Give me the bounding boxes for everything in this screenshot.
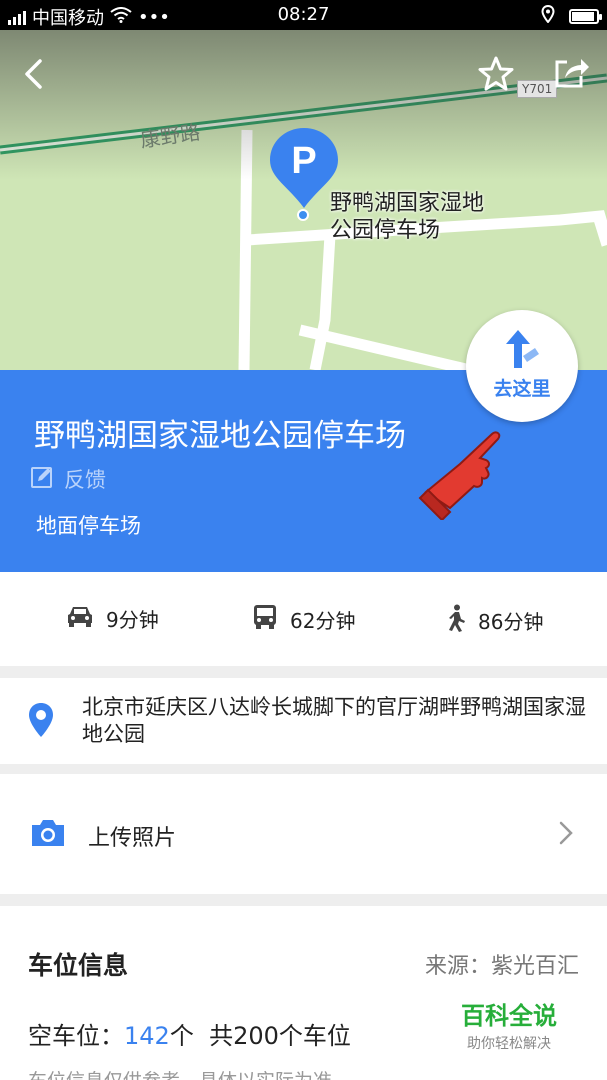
bus-icon [252, 604, 278, 635]
address-text: 北京市延庆区八达岭长城脚下的官厅湖畔野鸭湖国家湿地公园 [82, 695, 586, 746]
battery-icon [569, 9, 602, 24]
camera-icon [30, 818, 66, 852]
walk-time[interactable]: 86分钟 [446, 604, 543, 637]
watermark-logo: 百科全说 助你轻松解决 [434, 992, 584, 1052]
place-type: 地面停车场 [36, 514, 141, 538]
status-bar: 中国移动 ••• 08:27 [0, 0, 607, 30]
feedback-label: 反馈 [64, 468, 106, 492]
feedback-button[interactable]: 反馈 [30, 464, 106, 494]
bus-time-label: 62分钟 [290, 609, 356, 633]
car-icon [66, 605, 94, 632]
location-pin-icon [28, 702, 54, 742]
status-time: 08:27 [277, 4, 330, 25]
parking-spaces: 空车位：142个 共200个车位 [28, 1016, 351, 1051]
walking-icon [446, 604, 466, 637]
svg-text:P: P [291, 140, 316, 182]
free-spaces-count: 142 [124, 1022, 170, 1050]
travel-times: 9分钟 62分钟 86分钟 [0, 572, 607, 666]
free-spaces-unit: 个 [169, 1022, 194, 1050]
star-icon[interactable] [476, 54, 516, 94]
upload-photo-label: 上传照片 [88, 826, 177, 851]
drive-time[interactable]: 9分钟 [66, 604, 159, 633]
bus-time[interactable]: 62分钟 [252, 604, 355, 635]
navigate-here-label: 去这里 [493, 378, 551, 400]
location-dot [297, 209, 309, 221]
battery-level [572, 12, 594, 21]
address-row[interactable]: 北京市延庆区八达岭长城脚下的官厅湖畔野鸭湖国家湿地公园 [0, 678, 607, 764]
total-spaces: 共200个车位 [209, 1022, 351, 1050]
edit-icon [30, 465, 54, 494]
parking-info-heading: 车位信息 [28, 951, 129, 980]
share-icon[interactable] [551, 52, 591, 92]
data-source: 来源：紫光百汇 [424, 954, 579, 979]
place-title: 野鸭湖国家湿地公园停车场 [34, 418, 406, 454]
watermark-subtitle: 助你轻松解决 [467, 1036, 551, 1052]
back-arrow-icon[interactable] [18, 56, 54, 92]
free-spaces-label: 空车位： [28, 1022, 124, 1050]
pointing-hand-icon [416, 424, 506, 522]
walk-time-label: 86分钟 [478, 610, 544, 634]
chevron-right-icon [558, 820, 574, 850]
navigate-here-button[interactable]: 去这里 [466, 310, 578, 422]
upload-photo-row[interactable]: 上传照片 [0, 774, 607, 894]
drive-time-label: 9分钟 [106, 608, 159, 632]
parking-note: 车位信息仅供参考，具体以实际为准 [28, 1066, 332, 1080]
location-icon [541, 4, 555, 28]
map-poi-label[interactable]: 野鸭湖国家湿地公园停车场 [330, 190, 500, 244]
watermark-title: 百科全说 [461, 1002, 557, 1030]
route-arrow-icon [506, 330, 539, 368]
